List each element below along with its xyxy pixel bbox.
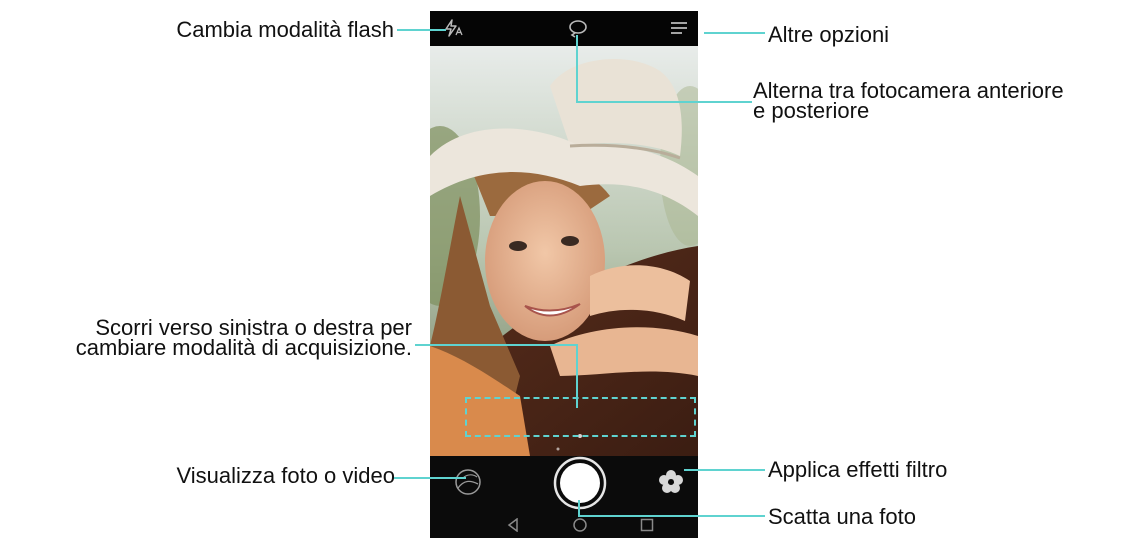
flash-auto-icon[interactable] (443, 19, 465, 37)
label-switch-camera-line2: e posteriore (753, 98, 870, 123)
filter-icon[interactable] (657, 468, 685, 496)
shutter-button[interactable] (553, 456, 607, 510)
label-view-gallery: Visualizza foto o video (176, 463, 395, 488)
nav-back-icon[interactable] (506, 518, 520, 532)
switch-camera-icon[interactable] (567, 17, 589, 39)
label-take-photo: Scatta una foto (768, 504, 916, 529)
gallery-icon[interactable] (454, 468, 482, 496)
camera-top-bar (430, 11, 698, 46)
nav-home-icon[interactable] (573, 518, 587, 532)
menu-icon[interactable] (670, 21, 688, 35)
camera-bottom-bar (430, 456, 698, 538)
camera-viewfinder[interactable] (430, 46, 698, 456)
label-swipe-modes: Scorri verso sinistra o destra per cambi… (75, 317, 412, 360)
label-swipe-modes-line2: cambiare modalità di acquisizione. (75, 335, 412, 360)
nav-recent-icon[interactable] (640, 518, 654, 532)
label-flash-mode: Cambia modalità flash (176, 17, 394, 42)
mode-selector-strip[interactable] (465, 397, 696, 437)
label-apply-filters: Applica effetti filtro (768, 457, 948, 482)
label-switch-camera: Alterna tra fotocamera anteriore e poste… (753, 80, 1064, 123)
viewfinder-photo (430, 46, 698, 456)
label-more-options: Altre opzioni (768, 22, 890, 47)
phone-screen (430, 11, 698, 538)
